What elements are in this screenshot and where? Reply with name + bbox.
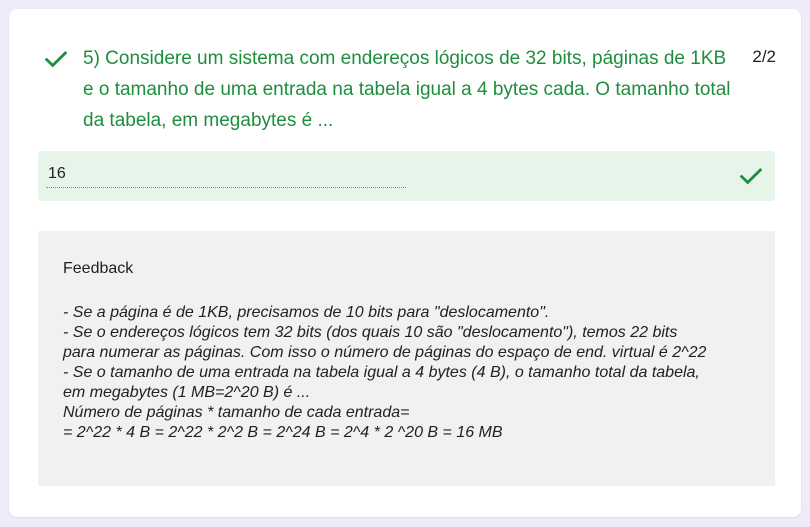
check-icon — [44, 50, 68, 68]
feedback-line: Número de páginas * tamanho de cada entr… — [63, 404, 410, 421]
feedback-panel: Feedback - Se a página é de 1KB, precisa… — [38, 231, 775, 486]
feedback-line: em megabytes (1 MB=2^20 B) é ... — [63, 384, 311, 401]
answer-underline — [46, 187, 406, 188]
answer-value: 16 — [48, 165, 66, 182]
feedback-line: para numerar as páginas. Com isso o núme… — [63, 344, 707, 361]
question-card: 5) Considere um sistema com endereços ló… — [9, 9, 801, 517]
feedback-title: Feedback — [63, 260, 134, 277]
answer-field: 16 — [38, 151, 775, 201]
feedback-line: - Se o tamanho de uma entrada na tabela … — [63, 364, 700, 381]
score-badge: 2/2 — [752, 47, 776, 66]
feedback-body: - Se a página é de 1KB, precisamos de 10… — [63, 303, 763, 443]
question-text: 5) Considere um sistema com endereços ló… — [83, 48, 731, 131]
feedback-line: - Se a página é de 1KB, precisamos de 10… — [63, 304, 550, 321]
check-icon — [739, 167, 763, 185]
feedback-line: = 2^22 * 4 B = 2^22 * 2^2 B = 2^24 B = 2… — [63, 424, 503, 441]
feedback-line: - Se o endereços lógicos tem 32 bits (do… — [63, 324, 678, 341]
